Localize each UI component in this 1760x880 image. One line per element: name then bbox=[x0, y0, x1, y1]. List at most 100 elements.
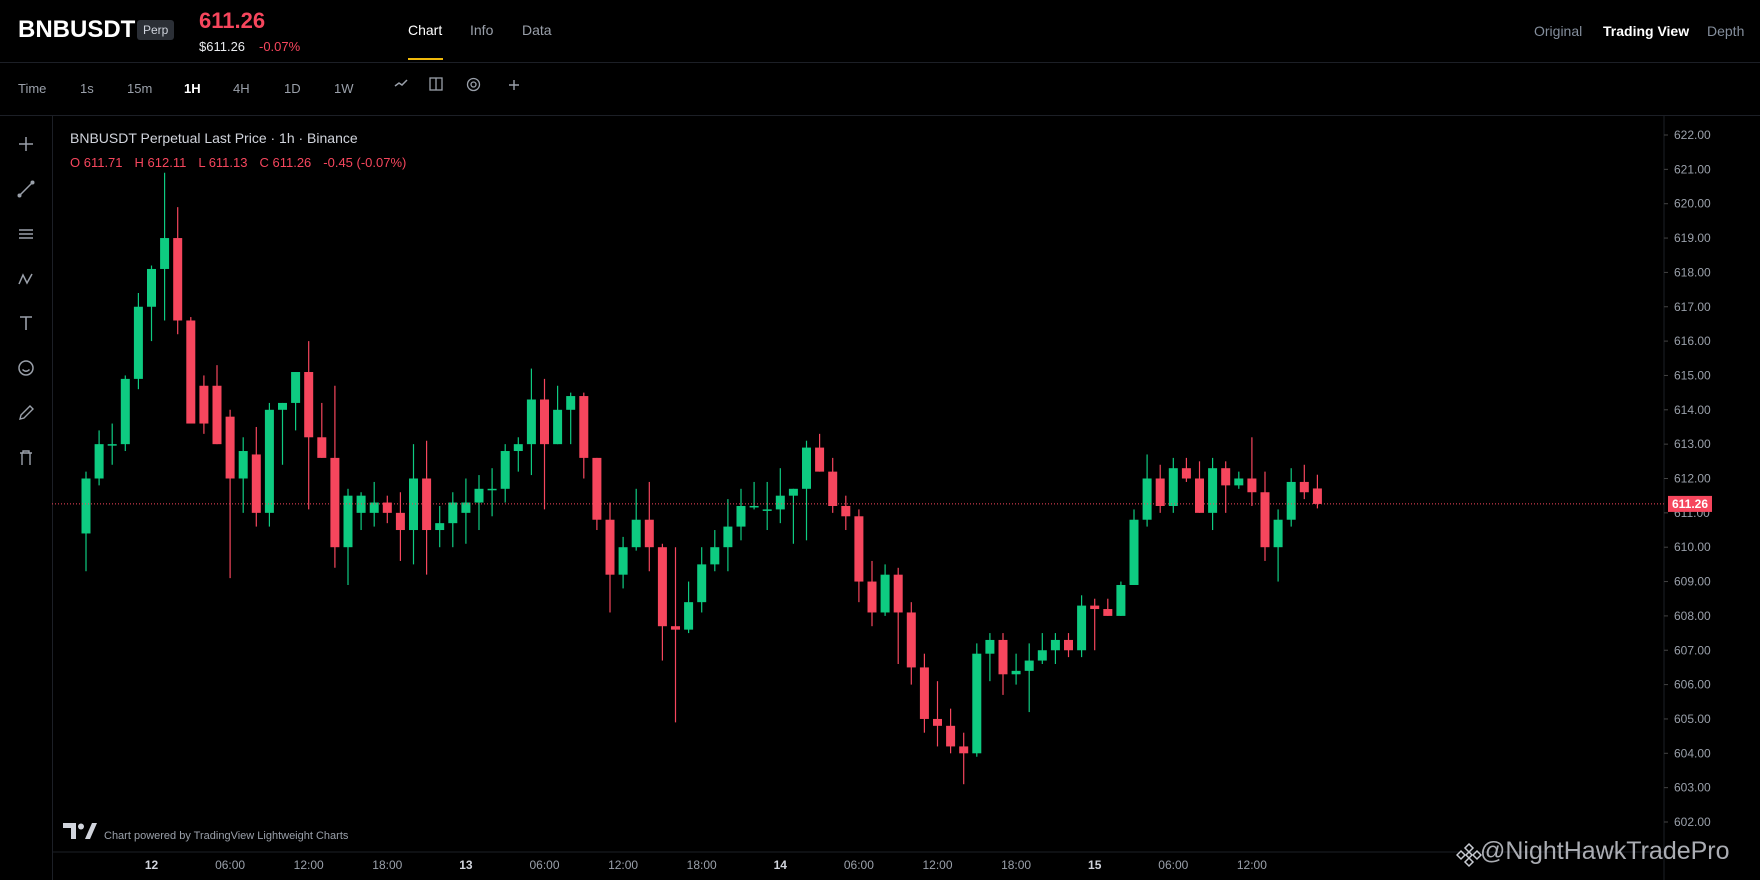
candle-body bbox=[802, 447, 811, 489]
time-tick-label: 12:00 bbox=[294, 858, 324, 872]
candle-body bbox=[173, 238, 183, 321]
candle-body bbox=[448, 502, 458, 524]
candle-body bbox=[893, 574, 903, 613]
price-tick-label: 602.00 bbox=[1674, 815, 1711, 829]
candle-body bbox=[1064, 639, 1073, 651]
candle-body bbox=[788, 488, 798, 496]
candle-body bbox=[1312, 488, 1322, 504]
time-tick-label: 06:00 bbox=[1158, 858, 1188, 872]
price-tick-label: 612.00 bbox=[1674, 472, 1711, 486]
candle-body bbox=[946, 725, 956, 747]
time-tick-label: 14 bbox=[774, 858, 788, 872]
candle-body bbox=[854, 516, 864, 582]
candle-body bbox=[238, 451, 248, 479]
candle-body bbox=[1260, 492, 1270, 548]
price-tick-label: 622.00 bbox=[1674, 128, 1711, 142]
candle-body bbox=[1116, 584, 1126, 616]
candle-body bbox=[1181, 468, 1191, 479]
candle-body bbox=[1273, 519, 1283, 548]
price-tick-label: 617.00 bbox=[1674, 300, 1711, 314]
candle-body bbox=[631, 519, 641, 548]
candle-body bbox=[644, 519, 654, 548]
candle-body bbox=[1037, 650, 1047, 661]
candle-body bbox=[985, 639, 995, 654]
candle-body bbox=[500, 451, 510, 489]
time-tick-label: 13 bbox=[459, 858, 473, 872]
price-tick-label: 619.00 bbox=[1674, 231, 1711, 245]
candle-body bbox=[133, 306, 143, 379]
candle-body bbox=[1299, 481, 1309, 493]
candle-body bbox=[1024, 660, 1034, 671]
candle-body bbox=[959, 746, 969, 754]
candle-body bbox=[81, 478, 91, 534]
time-tick-label: 18:00 bbox=[687, 858, 717, 872]
price-tick-label: 607.00 bbox=[1674, 643, 1711, 657]
tradingview-attribution: Chart powered by TradingView Lightweight… bbox=[104, 830, 349, 842]
price-tick-label: 620.00 bbox=[1674, 197, 1711, 211]
candle-body bbox=[618, 547, 628, 575]
candle-body bbox=[1195, 478, 1204, 513]
time-tick-label: 12:00 bbox=[608, 858, 638, 872]
time-tick-label: 18:00 bbox=[372, 858, 402, 872]
candle-body bbox=[107, 444, 117, 446]
candle-body bbox=[775, 495, 785, 510]
candle-body bbox=[1155, 478, 1165, 506]
candle-body bbox=[566, 396, 576, 410]
candle-body bbox=[278, 402, 287, 410]
candle-body bbox=[147, 268, 156, 307]
candle-body bbox=[1129, 519, 1139, 585]
price-tick-label: 603.00 bbox=[1674, 781, 1711, 795]
candle-body bbox=[553, 409, 563, 445]
candle-body bbox=[880, 574, 890, 613]
candle-body bbox=[998, 639, 1008, 675]
time-tick-label: 18:00 bbox=[1001, 858, 1031, 872]
candle-body bbox=[841, 505, 851, 517]
candle-body bbox=[1208, 468, 1218, 513]
candle-body bbox=[409, 478, 418, 531]
candle-body bbox=[828, 471, 838, 506]
close-value: C 611.26 bbox=[259, 155, 312, 170]
candle-body bbox=[749, 505, 759, 508]
candle-body bbox=[919, 667, 929, 719]
candle-body bbox=[762, 509, 772, 511]
candle-body bbox=[697, 564, 707, 603]
candle-body bbox=[199, 385, 209, 424]
candle-body bbox=[710, 547, 720, 565]
candle-body bbox=[94, 444, 104, 479]
price-tick-label: 618.00 bbox=[1674, 265, 1711, 279]
candle-body bbox=[933, 718, 942, 726]
candle-body bbox=[972, 653, 982, 754]
chart-legend-title: BNBUSDT Perpetual Last Price · 1h · Bina… bbox=[70, 130, 358, 146]
high-value: H 612.11 bbox=[134, 155, 187, 170]
price-tick-label: 621.00 bbox=[1674, 162, 1711, 176]
candle-body bbox=[212, 385, 222, 445]
candle-body bbox=[1234, 478, 1244, 486]
price-tick-label: 605.00 bbox=[1674, 712, 1711, 726]
candle-body bbox=[540, 399, 549, 445]
time-tick-label: 12:00 bbox=[1237, 858, 1267, 872]
candle-body bbox=[304, 372, 314, 438]
candle-body bbox=[526, 399, 536, 445]
candle-body bbox=[343, 495, 353, 548]
price-tick-label: 608.00 bbox=[1674, 609, 1711, 623]
candle-body bbox=[395, 512, 405, 531]
candle-body bbox=[186, 320, 196, 424]
time-tick-label: 15 bbox=[1088, 858, 1102, 872]
price-tick-label: 615.00 bbox=[1674, 368, 1711, 382]
candle-body bbox=[1090, 605, 1100, 610]
candle-body bbox=[160, 238, 170, 269]
candle-body bbox=[1050, 639, 1060, 651]
candle-body bbox=[317, 437, 327, 458]
candle-body bbox=[867, 581, 877, 613]
candle-body bbox=[120, 378, 130, 445]
last-price-label: 611.26 bbox=[1672, 497, 1708, 511]
candle-body bbox=[1286, 481, 1296, 520]
candle-body bbox=[1011, 670, 1021, 675]
candle-body bbox=[291, 372, 301, 403]
candle-body bbox=[1221, 468, 1231, 486]
price-tick-label: 616.00 bbox=[1674, 334, 1711, 348]
binance-logo-icon bbox=[1455, 842, 1483, 874]
candle-body bbox=[1168, 468, 1178, 506]
candle-body bbox=[330, 457, 340, 548]
price-tick-label: 613.00 bbox=[1674, 437, 1711, 451]
